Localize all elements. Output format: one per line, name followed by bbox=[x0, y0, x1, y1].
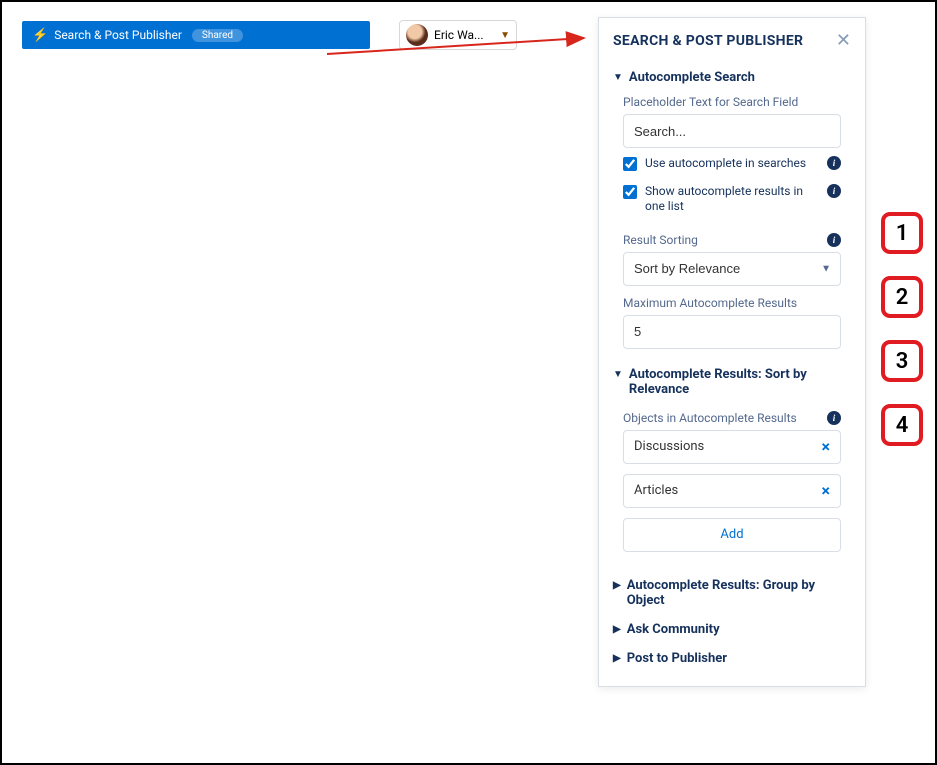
section-title: Post to Publisher bbox=[627, 651, 727, 666]
section-header-group-by-object[interactable]: ▶ Autocomplete Results: Group by Object bbox=[613, 578, 851, 608]
properties-panel: SEARCH & POST PUBLISHER ✕ ▼ Autocomplete… bbox=[598, 17, 866, 687]
use-autocomplete-checkbox[interactable] bbox=[623, 157, 637, 171]
panel-header: SEARCH & POST PUBLISHER ✕ bbox=[599, 18, 865, 60]
component-chip[interactable]: ⚡ Search & Post Publisher Shared bbox=[22, 21, 370, 49]
section-autocomplete-search: ▼ Autocomplete Search Placeholder Text f… bbox=[599, 70, 865, 349]
object-pill-label: Discussions bbox=[634, 439, 704, 454]
callout-2: 2 bbox=[881, 276, 923, 318]
max-results-label: Maximum Autocomplete Results bbox=[623, 296, 851, 310]
section-sort-by-relevance: ▼ Autocomplete Results: Sort by Relevanc… bbox=[599, 367, 865, 552]
add-button-label: Add bbox=[720, 527, 743, 542]
object-pill-discussions: Discussions × bbox=[623, 430, 841, 464]
section-title: Autocomplete Search bbox=[629, 70, 755, 85]
caret-right-icon: ▶ bbox=[613, 624, 621, 635]
caret-down-icon: ▼ bbox=[500, 30, 510, 41]
info-icon[interactable]: i bbox=[827, 233, 841, 247]
result-sorting-select[interactable]: Sort by Relevance bbox=[623, 252, 841, 286]
section-header-ask-community[interactable]: ▶ Ask Community bbox=[613, 622, 851, 637]
caret-down-icon: ▼ bbox=[613, 72, 623, 83]
info-icon[interactable]: i bbox=[827, 411, 841, 425]
use-autocomplete-label: Use autocomplete in searches bbox=[645, 156, 819, 172]
section-header-autocomplete-search[interactable]: ▼ Autocomplete Search bbox=[613, 70, 851, 85]
shared-badge: Shared bbox=[192, 29, 243, 42]
result-sorting-label: Result Sorting bbox=[623, 233, 698, 247]
callout-1: 1 bbox=[881, 212, 923, 254]
close-icon[interactable]: ✕ bbox=[836, 32, 851, 50]
show-one-list-checkbox[interactable] bbox=[623, 185, 637, 199]
avatar bbox=[406, 24, 428, 46]
component-name: Search & Post Publisher bbox=[54, 28, 182, 42]
caret-right-icon: ▶ bbox=[613, 653, 621, 664]
panel-title: SEARCH & POST PUBLISHER bbox=[613, 33, 803, 49]
remove-icon[interactable]: × bbox=[822, 437, 831, 456]
use-autocomplete-row: Use autocomplete in searches i bbox=[613, 148, 851, 176]
caret-right-icon: ▶ bbox=[613, 580, 621, 591]
section-title: Ask Community bbox=[627, 622, 720, 637]
max-results-input[interactable] bbox=[623, 315, 841, 349]
section-header-sort-by-relevance[interactable]: ▼ Autocomplete Results: Sort by Relevanc… bbox=[613, 367, 851, 397]
section-title: Autocomplete Results: Sort by Relevance bbox=[629, 367, 851, 397]
callout-3: 3 bbox=[881, 340, 923, 382]
info-icon[interactable]: i bbox=[827, 184, 841, 198]
placeholder-input[interactable] bbox=[623, 114, 841, 148]
object-pill-articles: Articles × bbox=[623, 474, 841, 508]
add-object-button[interactable]: Add bbox=[623, 518, 841, 552]
section-group-by-object: ▶ Autocomplete Results: Group by Object bbox=[599, 578, 865, 608]
show-one-list-label: Show autocomplete results in one list bbox=[645, 184, 819, 215]
section-ask-community: ▶ Ask Community bbox=[599, 622, 865, 637]
object-pill-label: Articles bbox=[634, 483, 678, 498]
remove-icon[interactable]: × bbox=[822, 481, 831, 500]
user-menu[interactable]: Eric Wa... ▼ bbox=[399, 20, 517, 50]
section-title: Autocomplete Results: Group by Object bbox=[627, 578, 851, 608]
section-post-to-publisher: ▶ Post to Publisher bbox=[599, 651, 865, 666]
lightning-icon: ⚡ bbox=[32, 28, 48, 43]
info-icon[interactable]: i bbox=[827, 156, 841, 170]
callout-4: 4 bbox=[881, 404, 923, 446]
show-one-list-row: Show autocomplete results in one list i bbox=[613, 176, 851, 219]
objects-label: Objects in Autocomplete Results bbox=[623, 411, 797, 425]
placeholder-label: Placeholder Text for Search Field bbox=[623, 95, 851, 109]
section-header-post-to-publisher[interactable]: ▶ Post to Publisher bbox=[613, 651, 851, 666]
caret-down-icon: ▼ bbox=[613, 369, 623, 380]
user-display-name: Eric Wa... bbox=[434, 28, 484, 42]
